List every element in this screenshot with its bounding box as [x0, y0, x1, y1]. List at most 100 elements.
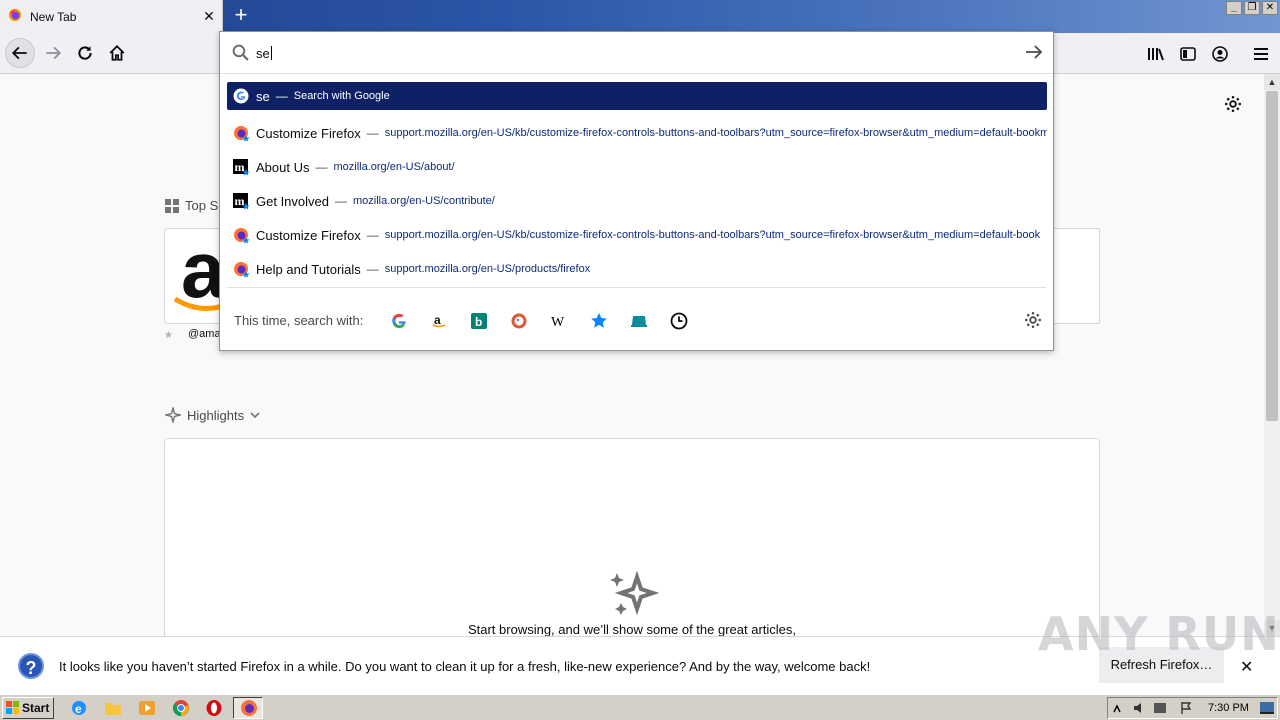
results-list: se — Search with Google Customize Firefo…: [227, 82, 1047, 286]
grid-icon: [165, 198, 179, 213]
search-icon: [232, 44, 249, 64]
firefox-bookmark-icon: [233, 125, 250, 142]
close-tab-icon[interactable]: ✕: [196, 8, 222, 25]
tabs-icon[interactable]: [629, 311, 649, 331]
highlights-heading[interactable]: Highlights: [165, 407, 260, 423]
notification-text: It looks like you haven’t started Firefo…: [59, 659, 871, 674]
bing-engine-icon[interactable]: b: [469, 311, 489, 331]
windows-taskbar: Start e 7:30 PM: [0, 694, 1280, 720]
result-separator: —: [275, 89, 288, 103]
result-url: support.mozilla.org/en-US/kb/customize-f…: [384, 229, 1041, 241]
new-tab-button[interactable]: +: [228, 4, 254, 28]
top-site-caption: @ama: [188, 328, 221, 340]
bookmarks-star-icon[interactable]: [589, 311, 609, 331]
close-window-button[interactable]: ✕: [1262, 1, 1278, 15]
start-button[interactable]: Start: [2, 697, 54, 719]
taskbar-firefox-active[interactable]: [233, 697, 263, 719]
result-bookmark[interactable]: Customize Firefox — support.mozilla.org/…: [227, 116, 1047, 150]
svg-text:b: b: [475, 315, 482, 329]
firefox-bookmark-icon: [233, 261, 250, 278]
result-separator: —: [366, 228, 379, 242]
highlights-label: Highlights: [187, 407, 245, 423]
tab-new-tab[interactable]: New Tab ✕: [0, 0, 223, 33]
back-arrow-icon: [11, 46, 27, 60]
result-bookmark[interactable]: Help and Tutorials — support.mozilla.org…: [227, 252, 1047, 286]
firefox-icon: [8, 8, 22, 25]
result-title: Help and Tutorials: [256, 261, 361, 277]
show-desktop-icon[interactable]: [1260, 702, 1274, 714]
home-button[interactable]: [102, 38, 132, 68]
wikipedia-engine-icon[interactable]: W: [549, 311, 569, 331]
top-sites-label: Top S: [185, 198, 219, 213]
result-title: Get Involved: [256, 193, 329, 209]
result-separator: —: [335, 194, 347, 208]
title-bar: New Tab ✕ + _ ❐ ✕: [0, 0, 1280, 33]
result-url: support.mozilla.org/en-US/kb/customize-f…: [384, 127, 1047, 139]
result-url: mozilla.org/en-US/about/: [333, 161, 455, 173]
home-icon: [109, 44, 125, 61]
duckduckgo-engine-icon[interactable]: [509, 311, 529, 331]
top-sites-heading: Top S: [165, 198, 218, 213]
url-input[interactable]: se: [256, 46, 272, 61]
result-bookmark[interactable]: Customize Firefox — support.mozilla.org/…: [227, 218, 1047, 252]
opera-icon[interactable]: [205, 699, 223, 717]
sidebar-icon[interactable]: [1178, 44, 1198, 64]
result-separator: —: [366, 126, 379, 140]
result-url: Search with Google: [293, 90, 390, 102]
explorer-folder-icon[interactable]: [104, 699, 122, 717]
url-input-row[interactable]: se: [220, 32, 1053, 74]
reload-icon: [78, 46, 92, 60]
svg-text:e: e: [75, 702, 82, 716]
minimize-button[interactable]: _: [1226, 1, 1242, 15]
result-url: mozilla.org/en-US/contribute/: [353, 195, 495, 207]
reload-button[interactable]: [70, 38, 100, 68]
history-clock-icon[interactable]: [669, 311, 689, 331]
search-settings-gear-icon[interactable]: [1024, 311, 1042, 332]
media-player-icon[interactable]: [138, 699, 156, 717]
result-separator: —: [366, 262, 379, 276]
window-controls: _ ❐ ✕: [1226, 1, 1278, 15]
sparkle-icon: [165, 407, 181, 423]
highlights-empty-text: Start browsing, and we’ll show some of t…: [467, 622, 797, 637]
mozilla-bookmark-icon: m: [233, 159, 250, 176]
scroll-thumb[interactable]: [1266, 91, 1278, 421]
forward-button[interactable]: [38, 38, 68, 68]
pin-icon: ★: [164, 330, 173, 341]
mozilla-bookmark-icon: m: [233, 193, 250, 210]
result-bookmark[interactable]: m About Us — mozilla.org/en-US/about/: [227, 150, 1047, 184]
account-icon[interactable]: [1210, 44, 1230, 64]
one-off-search-row: This time, search with: a b W: [227, 287, 1046, 351]
tab-title: New Tab: [30, 9, 77, 24]
amazon-engine-icon[interactable]: a: [429, 311, 449, 331]
result-search-google[interactable]: se — Search with Google: [227, 82, 1047, 110]
firefox-taskbar-icon: [241, 700, 257, 716]
ie-icon[interactable]: e: [70, 699, 88, 717]
google-engine-icon[interactable]: [389, 311, 409, 331]
page-settings-gear-icon[interactable]: [1224, 95, 1242, 116]
back-button[interactable]: [5, 38, 35, 68]
result-url: support.mozilla.org/en-US/products/firef…: [384, 263, 591, 275]
google-icon: [233, 88, 249, 104]
result-bookmark[interactable]: m Get Involved — mozilla.org/en-US/contr…: [227, 184, 1047, 218]
svg-text:W: W: [551, 315, 565, 328]
chevron-down-icon: [250, 412, 260, 419]
tray-icons: [1113, 702, 1192, 714]
scroll-up-icon[interactable]: ▲: [1264, 74, 1280, 90]
firefox-bookmark-icon: [233, 227, 250, 244]
windows-logo-icon: [6, 701, 19, 714]
one-off-label: This time, search with:: [234, 313, 364, 328]
library-icon[interactable]: [1146, 44, 1166, 64]
menu-icon[interactable]: [1251, 44, 1271, 64]
result-title: se: [256, 88, 270, 104]
start-label: Start: [22, 701, 50, 715]
highlights-empty-state: Start browsing, and we’ll show some of t…: [164, 438, 1100, 648]
svg-text:a: a: [434, 313, 441, 327]
clock: 7:30 PM: [1208, 702, 1249, 714]
result-title: Customize Firefox: [256, 125, 361, 141]
restore-button[interactable]: ❐: [1244, 1, 1260, 15]
chrome-icon[interactable]: [172, 699, 190, 717]
result-title: About Us: [256, 159, 310, 175]
go-arrow-icon[interactable]: [1025, 44, 1043, 63]
url-bar-popup: se se — Search with Google Customize Fir…: [219, 31, 1054, 351]
page-scrollbar[interactable]: ▲ ▼: [1264, 74, 1280, 636]
